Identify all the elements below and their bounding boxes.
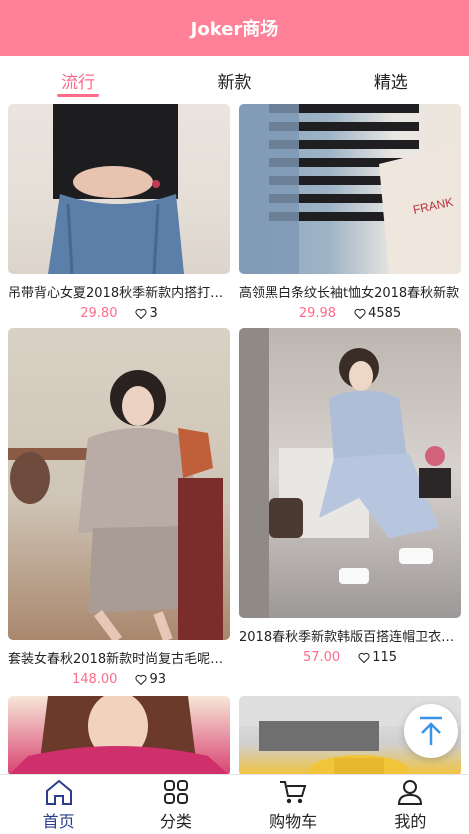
product-title: 2018春秋季新款韩版百搭连帽卫衣套装 (239, 630, 461, 645)
bottom-navigation: 首页 分类 购物车 我的 (0, 774, 469, 834)
nav-label: 分类 (159, 811, 192, 831)
like-count[interactable]: 115 (358, 650, 397, 665)
product-image[interactable] (239, 328, 461, 618)
product-meta: 29.80 3 (8, 306, 230, 321)
tab-label: 流行 (61, 72, 96, 93)
tab-selected[interactable]: 精选 (313, 56, 469, 104)
product-image[interactable]: FRANK (239, 104, 461, 274)
product-image[interactable] (8, 104, 230, 274)
tab-new[interactable]: 新款 (156, 56, 312, 104)
product-card[interactable]: 吊带背心女夏2018秋季新款内搭打底衫 29.80 3 (8, 104, 230, 321)
product-photo-hoodie-set (239, 328, 451, 618)
cart-icon (280, 780, 307, 803)
app-root: Joker商场 流行 新款 精选 吊带背心女夏2018秋季新款内搭打底衫 29.… (0, 0, 469, 834)
product-card[interactable]: 2018春秋季新款韩版百搭连帽卫衣套装 57.00 115 (239, 328, 461, 665)
like-count-value: 3 (149, 306, 158, 321)
product-card[interactable]: FRANK 高领黑白条纹长袖t恤女2018春秋新款 29.98 4585 (239, 104, 461, 321)
product-price: 148.00 (71, 672, 118, 687)
product-image[interactable] (8, 696, 230, 774)
product-card[interactable] (8, 696, 230, 774)
product-title: 吊带背心女夏2018秋季新款内搭打底衫 (8, 286, 230, 301)
heart-icon (135, 308, 148, 319)
product-meta: 29.98 4585 (239, 306, 461, 321)
nav-category[interactable]: 分类 (117, 775, 234, 834)
like-count-value: 115 (372, 650, 398, 665)
product-price: 57.00 (302, 650, 341, 665)
back-to-top-button[interactable] (404, 704, 458, 758)
nav-profile[interactable]: 我的 (352, 775, 469, 834)
like-count[interactable]: 3 (135, 306, 158, 321)
like-count[interactable]: 93 (135, 672, 166, 687)
nav-label: 我的 (394, 811, 427, 831)
product-meta: 148.00 93 (8, 672, 230, 687)
product-photo-pink-top (10, 696, 228, 774)
product-price: 29.80 (80, 306, 118, 321)
product-photo-striped-shirt: FRANK (239, 104, 461, 274)
profile-icon (398, 779, 423, 805)
product-photo-tweed-set (8, 370, 223, 640)
active-tab-indicator (57, 94, 100, 97)
nav-cart[interactable]: 购物车 (235, 775, 352, 834)
heart-icon (354, 308, 366, 319)
product-title: 高领黑白条纹长袖t恤女2018春秋新款 (239, 286, 460, 301)
product-title: 套装女春秋2018新款时尚复古毛呢两件套 (8, 652, 230, 667)
tab-label: 精选 (373, 72, 408, 93)
product-image[interactable] (8, 328, 230, 640)
nav-label: 购物车 (269, 811, 318, 831)
tab-popular[interactable]: 流行 (0, 56, 156, 104)
product-grid: 吊带背心女夏2018秋季新款内搭打底衫 29.80 3 FRANK 高领黑白条纹… (0, 104, 469, 774)
heart-icon (135, 674, 148, 685)
like-count-value: 4585 (368, 306, 402, 321)
tab-label: 新款 (217, 72, 252, 93)
product-meta: 57.00 115 (239, 650, 461, 665)
nav-home[interactable]: 首页 (0, 775, 117, 834)
home-icon (45, 779, 72, 805)
arrow-up-icon (420, 716, 442, 745)
page-title: Joker商场 (190, 19, 279, 40)
nav-label: 首页 (42, 811, 75, 831)
category-icon (163, 779, 188, 804)
product-card[interactable]: 套装女春秋2018新款时尚复古毛呢两件套 148.00 93 (8, 328, 230, 687)
tab-bar: 流行 新款 精选 (0, 56, 469, 104)
product-price: 29.98 (298, 306, 337, 321)
like-count[interactable]: 4585 (354, 306, 401, 321)
product-photo-black-top (48, 104, 184, 274)
like-count-value: 93 (149, 672, 167, 687)
app-header: Joker商场 (0, 0, 469, 56)
heart-icon (358, 652, 370, 663)
